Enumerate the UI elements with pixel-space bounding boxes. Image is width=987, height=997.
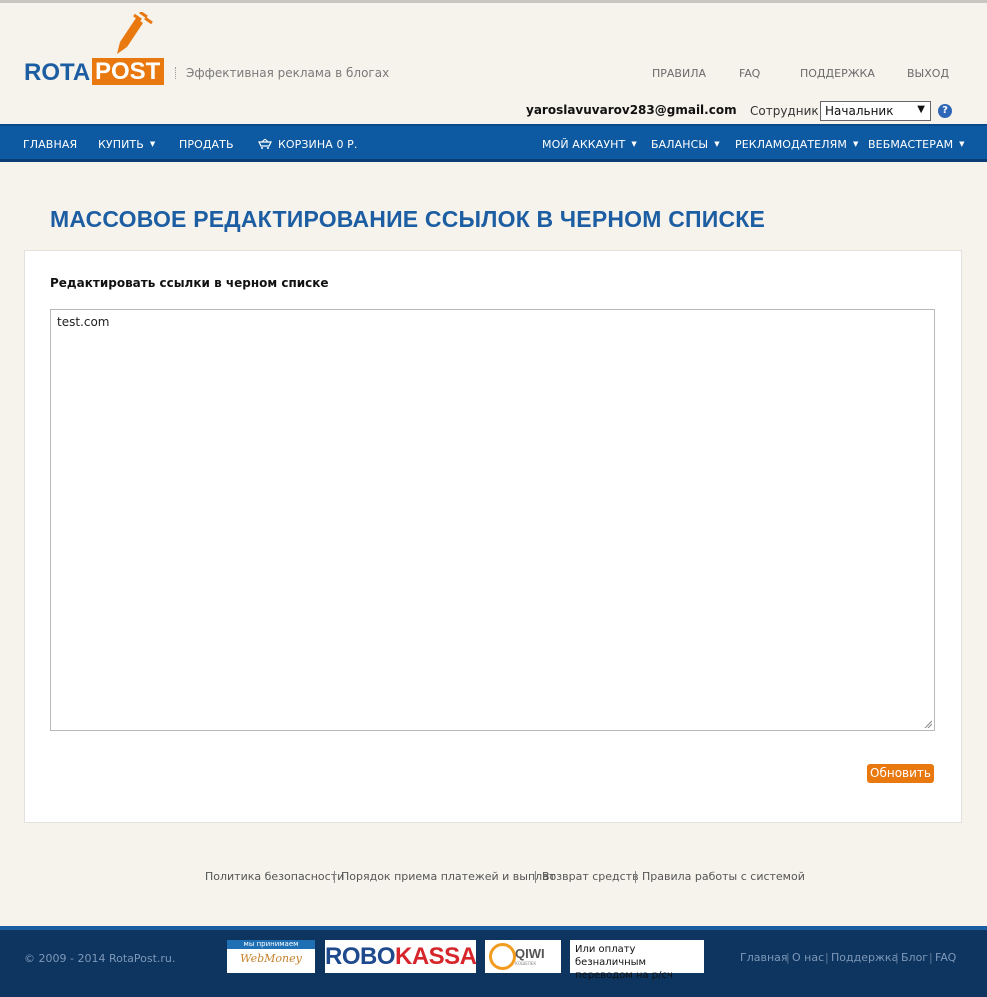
caret-down-icon: ▼ bbox=[631, 140, 637, 148]
faq-link[interactable]: FAQ bbox=[739, 67, 760, 80]
footer-separator bbox=[334, 871, 335, 883]
nav-cart[interactable]: КОРЗИНА 0 Р. bbox=[258, 138, 358, 151]
nav-buy[interactable]: КУПИТЬ ▼ bbox=[98, 138, 155, 151]
employee-select-value: Начальник bbox=[825, 104, 894, 118]
nav-buy-label: КУПИТЬ bbox=[98, 138, 144, 151]
nav-advertisers-label: РЕКЛАМОДАТЕЛЯМ bbox=[735, 138, 847, 151]
top-links: ПРАВИЛА FAQ ПОДДЕРЖКА ВЫХОД bbox=[0, 67, 987, 81]
support-link[interactable]: ПОДДЕРЖКА bbox=[800, 67, 875, 80]
footer-link-payments[interactable]: Порядок приема платежей и выплат bbox=[341, 870, 555, 883]
nav-balances-label: БАЛАНСЫ bbox=[651, 138, 709, 151]
pencil-logo-icon bbox=[117, 12, 153, 54]
nav-advertisers[interactable]: РЕКЛАМОДАТЕЛЯМ ▼ bbox=[735, 138, 858, 151]
bottom-link-faq[interactable]: FAQ bbox=[935, 951, 956, 964]
site-footer: © 2009 - 2014 RotaPost.ru. мы принимаем … bbox=[0, 926, 987, 997]
textarea-value: test.com bbox=[57, 315, 110, 329]
nav-sell-label: ПРОДАТЬ bbox=[179, 138, 234, 151]
nav-balances[interactable]: БАЛАНСЫ ▼ bbox=[651, 138, 720, 151]
bottom-links: Главная | О нас | Поддержка | Блог | FAQ bbox=[0, 951, 987, 965]
nav-cart-label: КОРЗИНА 0 Р. bbox=[278, 138, 358, 151]
nav-webmasters-label: ВЕБМАСТЕРАМ bbox=[868, 138, 954, 151]
footer-link-system-rules[interactable]: Правила работы с системой bbox=[642, 870, 805, 883]
nav-my-account[interactable]: МОЙ АККАУНТ ▼ bbox=[542, 138, 637, 151]
nav-sell[interactable]: ПРОДАТЬ bbox=[179, 138, 234, 151]
bottom-link-home[interactable]: Главная bbox=[740, 951, 788, 964]
nav-home-label: ГЛАВНАЯ bbox=[23, 138, 78, 151]
caret-down-icon: ▼ bbox=[959, 140, 965, 148]
footer-links: Политика безопасности Порядок приема пла… bbox=[0, 870, 987, 886]
nav-home[interactable]: ГЛАВНАЯ bbox=[23, 138, 77, 151]
webmoney-badge-top: мы принимаем bbox=[227, 940, 315, 949]
bottom-separator: | bbox=[929, 951, 933, 964]
bottom-separator: | bbox=[895, 951, 899, 964]
caret-down-icon: ▼ bbox=[149, 140, 156, 148]
nav-webmasters[interactable]: ВЕБМАСТЕРАМ ▼ bbox=[868, 138, 965, 151]
update-button[interactable]: Обновить bbox=[867, 764, 934, 783]
footer-link-refunds[interactable]: Возврат средств bbox=[542, 870, 639, 883]
cart-icon bbox=[258, 138, 272, 149]
user-email[interactable]: yaroslavuvarov283@gmail.com bbox=[526, 103, 737, 117]
nav-my-account-label: МОЙ АККАУНТ bbox=[542, 138, 626, 151]
footer-separator bbox=[535, 871, 536, 883]
bottom-link-about[interactable]: О нас bbox=[792, 951, 824, 964]
bottom-separator: | bbox=[786, 951, 790, 964]
footer-separator bbox=[635, 871, 636, 883]
logout-link[interactable]: ВЫХОД bbox=[907, 67, 949, 80]
help-icon[interactable]: ? bbox=[938, 104, 952, 118]
employee-select[interactable]: Начальник ▼ bbox=[820, 101, 931, 121]
bottom-link-blog[interactable]: Блог bbox=[901, 951, 928, 964]
blacklist-textarea[interactable]: test.com bbox=[50, 309, 935, 731]
bottom-link-support[interactable]: Поддержка bbox=[831, 951, 898, 964]
main-nav: ГЛАВНАЯ КУПИТЬ ▼ ПРОДАТЬ КОРЗИНА 0 Р. МОЙ… bbox=[0, 124, 987, 162]
rules-link[interactable]: ПРАВИЛА bbox=[652, 67, 706, 80]
caret-down-icon: ▼ bbox=[852, 140, 859, 148]
chevron-down-icon: ▼ bbox=[917, 104, 925, 115]
edit-panel: Редактировать ссылки в черном списке tes… bbox=[24, 250, 962, 823]
caret-down-icon: ▼ bbox=[714, 140, 720, 148]
form-label: Редактировать ссылки в черном списке bbox=[50, 276, 329, 290]
bottom-separator: | bbox=[825, 951, 829, 964]
resize-grip-icon[interactable] bbox=[924, 720, 932, 728]
window-top-border bbox=[0, 0, 987, 3]
employee-label: Сотрудник: bbox=[750, 104, 823, 118]
footer-link-security-policy[interactable]: Политика безопасности bbox=[205, 870, 344, 883]
page-title: МАССОВОЕ РЕДАКТИРОВАНИЕ ССЫЛОК В ЧЕРНОМ … bbox=[50, 206, 766, 232]
